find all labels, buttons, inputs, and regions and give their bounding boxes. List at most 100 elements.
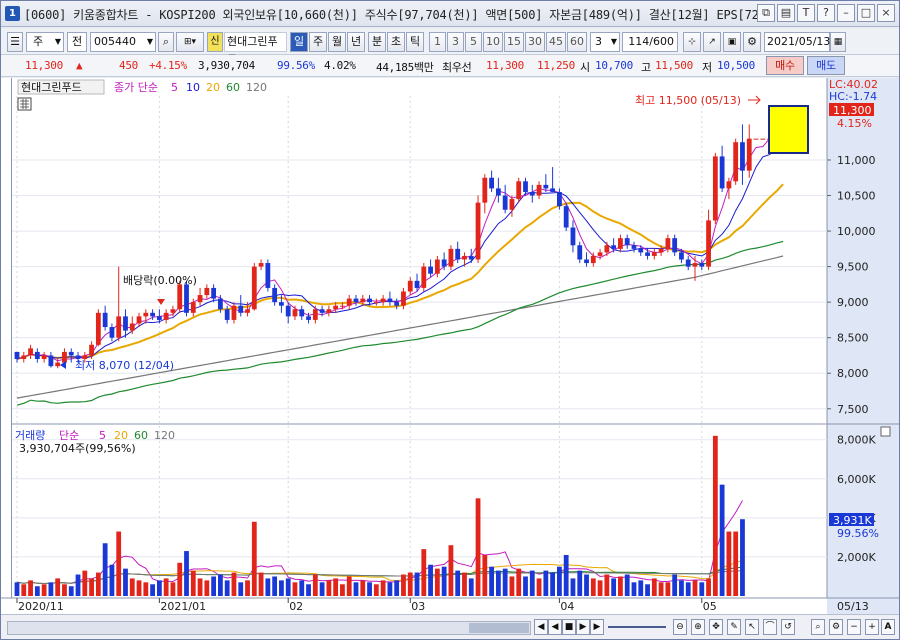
volume-bar bbox=[41, 584, 47, 596]
sell-button[interactable]: 매도 bbox=[807, 56, 845, 75]
volume-bar bbox=[672, 574, 678, 596]
search-icon[interactable]: ⌕ bbox=[158, 32, 174, 52]
market-select[interactable]: 주 ▼ bbox=[26, 32, 64, 52]
volume-bar bbox=[407, 572, 413, 596]
price-panel-title: 현대그린푸드 bbox=[21, 81, 82, 94]
date-input[interactable]: 2021/05/13 bbox=[764, 32, 830, 52]
candle-body bbox=[455, 248, 461, 260]
candle-settings-icon[interactable]: ⊹ bbox=[683, 32, 701, 52]
volume-bar bbox=[224, 580, 230, 596]
tick-count-select[interactable]: 3 ▼ bbox=[590, 32, 620, 52]
candle-body bbox=[611, 245, 617, 249]
minute-45-button[interactable]: 45 bbox=[546, 32, 566, 52]
date-tick-label: 03 bbox=[411, 600, 425, 613]
volume-bar bbox=[197, 578, 203, 596]
settings-small-icon[interactable]: ⚙ bbox=[829, 619, 843, 635]
cursor-icon[interactable]: ↖ bbox=[745, 619, 759, 635]
minute-15-button[interactable]: 15 bbox=[504, 32, 524, 52]
scroll-first-icon[interactable]: ◀ bbox=[548, 619, 562, 635]
volume-bar bbox=[55, 578, 61, 596]
minute-5-button[interactable]: 5 bbox=[465, 32, 482, 52]
volume-bar bbox=[319, 582, 325, 596]
volume-bar bbox=[441, 566, 447, 596]
minute-30-button[interactable]: 30 bbox=[525, 32, 545, 52]
buy-button[interactable]: 매수 bbox=[766, 56, 804, 75]
stop-icon[interactable]: ■ bbox=[562, 619, 576, 635]
candle-body bbox=[468, 255, 474, 260]
volume-legend-ma60: 60 bbox=[134, 429, 148, 442]
period-tick-button[interactable]: 틱 bbox=[406, 32, 424, 52]
candle-body bbox=[306, 316, 311, 320]
scroll-last-icon[interactable]: ▶ bbox=[576, 619, 590, 635]
low-annotation: 최저 8,070 (12/04) bbox=[75, 359, 174, 372]
price-legend-ma10: 10 bbox=[186, 81, 200, 94]
minute-1-button[interactable]: 1 bbox=[429, 32, 446, 52]
zoom-out-icon[interactable]: ⊖ bbox=[673, 619, 687, 635]
candle-body bbox=[733, 142, 739, 182]
search-zoom-icon[interactable]: ⌕ bbox=[811, 619, 825, 635]
period-minute-button[interactable]: 분 bbox=[368, 32, 386, 52]
price-tick-label: 11,000 bbox=[837, 154, 876, 167]
period-day-button[interactable]: 일 bbox=[290, 32, 308, 52]
date-tick-label: 2020/11 bbox=[18, 600, 64, 613]
period-month-button[interactable]: 월 bbox=[328, 32, 346, 52]
period-second-button[interactable]: 초 bbox=[387, 32, 405, 52]
minus-icon[interactable]: − bbox=[847, 619, 861, 635]
candle-body bbox=[590, 255, 596, 264]
maximize-button[interactable]: □ bbox=[857, 4, 875, 22]
stock-code-input[interactable]: 005440 ▼ bbox=[90, 32, 156, 52]
candle-body bbox=[604, 245, 610, 253]
minute-10-button[interactable]: 10 bbox=[483, 32, 503, 52]
volume-bar bbox=[89, 578, 94, 596]
minimize-button[interactable]: – bbox=[837, 4, 855, 22]
menu-icon[interactable]: ☰ bbox=[7, 32, 23, 52]
tile-icon[interactable]: ⧉ bbox=[757, 4, 775, 22]
candle-body bbox=[68, 351, 74, 356]
data-count-input[interactable]: 114/600 bbox=[622, 32, 678, 52]
date-tick-label: 05 bbox=[703, 600, 717, 613]
gear-icon[interactable]: ⚙ bbox=[743, 32, 761, 52]
indicator-icon[interactable]: ↗ bbox=[703, 32, 721, 52]
auto-scale-icon[interactable]: A bbox=[881, 619, 895, 635]
horizontal-scrollbar[interactable] bbox=[7, 621, 531, 635]
history-icon[interactable]: ↺ bbox=[781, 619, 795, 635]
panel-maximize-icon[interactable] bbox=[880, 426, 891, 437]
candle-body bbox=[251, 266, 257, 310]
price-change: 450 bbox=[119, 59, 138, 72]
minute-3-button[interactable]: 3 bbox=[447, 32, 464, 52]
close-button[interactable]: × bbox=[877, 4, 895, 22]
candle-body bbox=[638, 248, 644, 253]
volume-bar bbox=[557, 566, 562, 596]
highlight-box[interactable] bbox=[768, 105, 809, 154]
ruler-icon[interactable]: ✎ bbox=[727, 619, 741, 635]
up-arrow-icon: ▲ bbox=[76, 59, 83, 72]
chart-area[interactable]: 7,500 8,000 8,500 9,000 9,500 10,000 10,500 11,… bbox=[1, 78, 899, 614]
price-legend-ma120: 120 bbox=[246, 81, 267, 94]
volume-bar bbox=[102, 543, 108, 596]
text-icon[interactable]: T bbox=[797, 4, 815, 22]
candle-body bbox=[557, 191, 562, 207]
minute-60-button[interactable]: 60 bbox=[567, 32, 587, 52]
zoom-in-icon[interactable]: ⊕ bbox=[691, 619, 705, 635]
candle-body bbox=[597, 252, 603, 256]
zoom-slider[interactable] bbox=[608, 626, 666, 628]
all-market-button[interactable]: 전 bbox=[67, 32, 87, 52]
help-icon[interactable]: ? bbox=[817, 4, 835, 22]
calendar-icon[interactable]: ▦ bbox=[830, 32, 846, 52]
period-year-button[interactable]: 년 bbox=[347, 32, 365, 52]
stock-picker-icon[interactable]: ⊞▾ bbox=[176, 32, 204, 52]
play-icon[interactable]: ▶ bbox=[590, 619, 604, 635]
drawing-tool-icon[interactable]: ⌒ bbox=[763, 619, 777, 635]
period-week-button[interactable]: 주 bbox=[309, 32, 327, 52]
plus-icon[interactable]: + bbox=[865, 619, 879, 635]
scrollbar-thumb[interactable] bbox=[469, 623, 529, 633]
candle-body bbox=[380, 298, 386, 303]
scroll-left-icon[interactable]: ◀ bbox=[534, 619, 548, 635]
candle-body bbox=[55, 362, 61, 367]
candle-body bbox=[760, 138, 766, 140]
layout-icon[interactable]: ▤ bbox=[777, 4, 795, 22]
candle-body bbox=[245, 309, 250, 313]
save-icon[interactable]: ▣ bbox=[723, 32, 741, 52]
price-tick-label: 8,500 bbox=[837, 332, 869, 345]
crosshair-icon[interactable]: ✥ bbox=[709, 619, 723, 635]
